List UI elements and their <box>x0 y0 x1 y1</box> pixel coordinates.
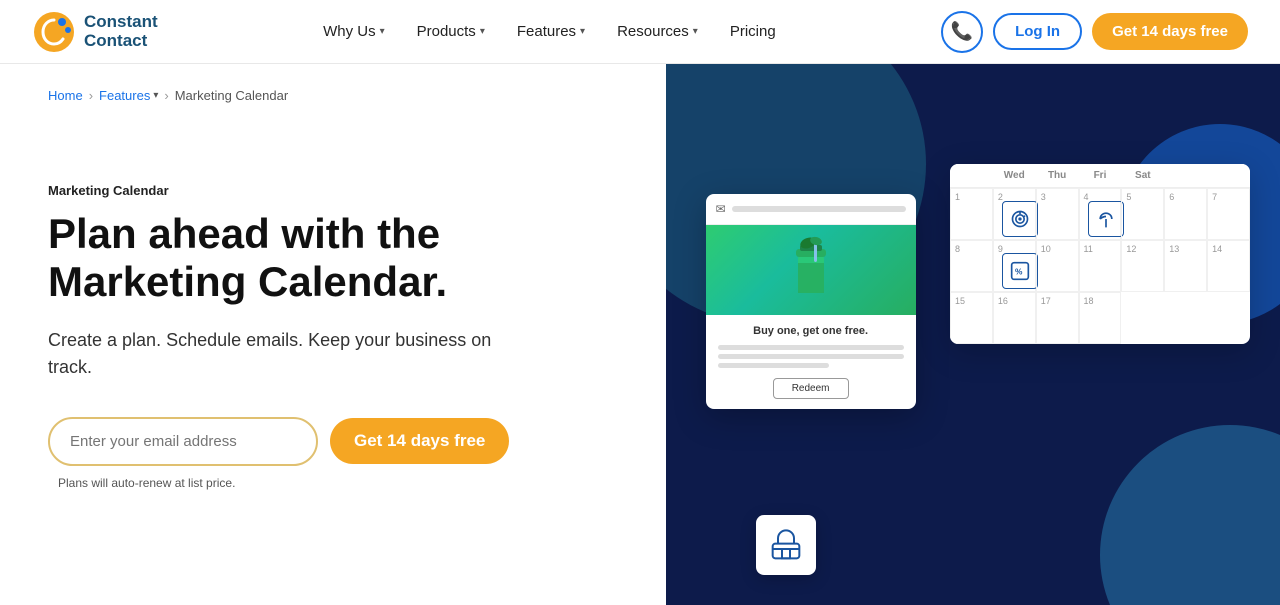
calendar-header: Wed Thu Fri Sat <box>950 164 1250 188</box>
cal-cell: 16 <box>993 292 1036 344</box>
cal-cell: 2 <box>993 188 1036 240</box>
circle-decoration-br <box>1100 425 1280 605</box>
email-card-body: Buy one, get one free. Redeem <box>706 315 916 409</box>
redeem-button-mockup: Redeem <box>773 378 849 399</box>
chevron-down-icon: ▾ <box>580 26 585 37</box>
email-card-lines <box>718 345 904 368</box>
cal-cell: 14 <box>1207 240 1250 292</box>
get-free-trial-button-main[interactable]: Get 14 days free <box>330 418 509 464</box>
chevron-down-icon: ▾ <box>153 90 158 101</box>
cal-cell: 9 % <box>993 240 1036 292</box>
cal-day-thu: Thu <box>1036 164 1079 187</box>
calendar-icon-plant <box>1088 201 1124 237</box>
svg-text:%: % <box>1015 266 1023 276</box>
breadcrumb-features[interactable]: Features ▾ <box>99 88 158 103</box>
get-free-trial-button-nav[interactable]: Get 14 days free <box>1092 13 1248 50</box>
calendar-body: 1 2 3 4 <box>950 188 1250 344</box>
calendar-icon-target <box>1002 201 1038 237</box>
hero-subtitle: Create a plan. Schedule emails. Keep you… <box>48 327 528 381</box>
hero-label: Marketing Calendar <box>48 183 618 198</box>
cal-cell: 10 <box>1036 240 1079 292</box>
breadcrumb-home[interactable]: Home <box>48 88 83 103</box>
cta-form: Get 14 days free <box>48 417 618 466</box>
email-line-2 <box>718 354 904 359</box>
email-input[interactable] <box>48 417 318 466</box>
email-line-3 <box>718 363 830 368</box>
nav-resources[interactable]: Resources ▾ <box>603 15 712 48</box>
cal-cell: 12 <box>1121 240 1164 292</box>
cal-cell: 1 <box>950 188 993 240</box>
navbar: Constant Contact Why Us ▾ Products ▾ Fea… <box>0 0 1280 64</box>
left-panel: Home › Features ▾ › Marketing Calendar M… <box>0 64 666 605</box>
email-line-1 <box>718 345 904 350</box>
email-icon: ✉ <box>716 202 726 216</box>
cal-day-extra1 <box>1164 164 1207 187</box>
chevron-down-icon: ▾ <box>480 26 485 37</box>
phone-icon: 📞 <box>951 21 973 42</box>
cal-cell: 15 <box>950 292 993 344</box>
cal-cell: 17 <box>1036 292 1079 344</box>
email-card-image <box>706 225 916 315</box>
cal-cell: 8 <box>950 240 993 292</box>
email-card-mockup: ✉ <box>706 194 916 409</box>
right-panel: ✉ <box>666 64 1280 605</box>
cal-day-sat: Sat <box>1121 164 1164 187</box>
nav-products[interactable]: Products ▾ <box>403 15 499 48</box>
chevron-down-icon: ▾ <box>693 26 698 37</box>
logo-text: Constant Contact <box>84 13 158 50</box>
login-button[interactable]: Log In <box>993 13 1082 50</box>
nav-actions: 📞 Log In Get 14 days free <box>941 11 1248 53</box>
auto-renew-note: Plans will auto-renew at list price. <box>58 476 618 490</box>
cal-cell: 7 <box>1207 188 1250 240</box>
breadcrumb-sep-2: › <box>164 88 168 103</box>
hero-title: Plan ahead with the Marketing Calendar. <box>48 210 618 307</box>
hero-content: Marketing Calendar Plan ahead with the M… <box>48 183 618 490</box>
phone-button[interactable]: 📞 <box>941 11 983 53</box>
calendar-icon-sale: % <box>1002 253 1038 289</box>
email-header-line <box>732 206 906 212</box>
cal-cell: 3 <box>1036 188 1079 240</box>
cal-day-extra2 <box>1207 164 1250 187</box>
page-wrapper: Home › Features ▾ › Marketing Calendar M… <box>0 64 1280 605</box>
email-card-promo-text: Buy one, get one free. <box>718 325 904 337</box>
logo[interactable]: Constant Contact <box>32 10 158 54</box>
nav-why-us[interactable]: Why Us ▾ <box>309 15 399 48</box>
cal-cell: 4 <box>1079 188 1122 240</box>
email-redeem-area: Redeem <box>718 378 904 399</box>
calendar-card-mockup: Wed Thu Fri Sat 1 2 <box>950 164 1250 344</box>
breadcrumb-sep-1: › <box>89 88 93 103</box>
cal-day-empty <box>950 164 993 187</box>
cal-day-fri: Fri <box>1079 164 1122 187</box>
chevron-down-icon: ▾ <box>380 26 385 37</box>
breadcrumb-current: Marketing Calendar <box>175 88 288 103</box>
cal-day-wed: Wed <box>993 164 1036 187</box>
cal-cell: 18 <box>1079 292 1122 344</box>
cal-cell: 11 <box>1079 240 1122 292</box>
breadcrumb: Home › Features ▾ › Marketing Calendar <box>48 64 618 103</box>
nav-links: Why Us ▾ Products ▾ Features ▾ Resources… <box>158 15 941 48</box>
nav-pricing[interactable]: Pricing <box>716 15 790 48</box>
cal-cell: 5 <box>1121 188 1164 240</box>
email-card-header: ✉ <box>706 194 916 225</box>
store-icon-box <box>756 515 816 575</box>
cal-cell: 13 <box>1164 240 1207 292</box>
cal-cell: 6 <box>1164 188 1207 240</box>
nav-features[interactable]: Features ▾ <box>503 15 599 48</box>
